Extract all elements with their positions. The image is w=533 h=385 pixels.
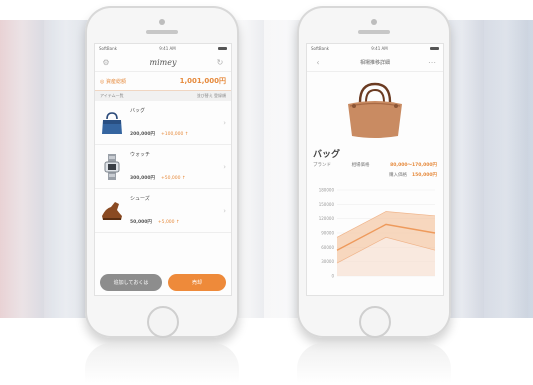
speaker-grille (358, 30, 390, 34)
clock: 9:41 AM (159, 46, 176, 51)
purchase-row: 購入価格 150,000円 (307, 170, 443, 180)
price-chart: 180000 150000 120000 90000 60000 30000 0 (307, 180, 443, 288)
carrier-label: SoftBank (99, 46, 117, 51)
item-change: +50,000 ↑ (161, 175, 186, 181)
page-title: 相場推移詳細 (359, 59, 390, 66)
list-title: アイテム一覧 (100, 93, 124, 98)
home-button[interactable] (359, 306, 391, 338)
y-tick-label: 90000 (321, 231, 334, 236)
battery-icon (430, 47, 439, 50)
brand-label: ブランド (313, 163, 331, 168)
speaker-grille (146, 30, 178, 34)
item-name: バッグ (130, 107, 146, 114)
purchase-label: 購入価格 (389, 173, 407, 178)
list-item[interactable]: ウォッチ 300,000円 +50,000 ↑ › (95, 145, 231, 189)
item-price: 200,000円 (130, 131, 155, 137)
refresh-icon[interactable]: ↻ (214, 58, 226, 67)
back-arrow-icon[interactable]: ‹ (312, 58, 324, 67)
item-price: 50,000円 (130, 219, 152, 225)
clock: 9:41 AM (371, 46, 388, 51)
y-tick-label: 180000 (319, 188, 335, 193)
y-tick-label: 120000 (319, 216, 335, 221)
navbar: ⚙ mimey ↻ (95, 53, 231, 72)
price-chart-svg: 180000 150000 120000 90000 60000 30000 0 (319, 188, 436, 279)
status-bar: SoftBank 9:41 AM (307, 44, 443, 53)
y-tick-label: 30000 (321, 259, 334, 264)
item-name: ウォッチ (130, 151, 151, 158)
product-name: バッグ (313, 150, 341, 160)
handbag-icon (100, 110, 124, 136)
phone-left-reflection (85, 343, 239, 383)
total-assets-row: ◎ 資産総額 1,001,000円 (95, 72, 231, 91)
blurred-background (0, 20, 533, 318)
price-range-row: ブランド 相場価格 80,000〜170,000円 (307, 160, 443, 170)
phone-left: SoftBank 9:41 AM ⚙ mimey ↻ ◎ 資産総額 1,001,… (85, 6, 239, 338)
item-change: +100,000 ↑ (161, 131, 189, 137)
handbag-icon (348, 82, 402, 138)
sell-button[interactable]: 売却 (168, 274, 226, 291)
item-change: +5,000 ↑ (157, 219, 180, 225)
shoe-icon (100, 198, 124, 224)
home-button[interactable] (147, 306, 179, 338)
y-tick-label: 150000 (319, 202, 335, 207)
camera-icon (159, 19, 165, 25)
camera-icon (371, 19, 377, 25)
purchase-price: 150,000円 (412, 173, 437, 178)
total-value: 1,001,000円 (179, 77, 226, 85)
item-price: 300,000円 (130, 175, 155, 181)
range-label: 相場価格 (351, 163, 370, 168)
chevron-right-icon: › (223, 162, 226, 171)
product-image (307, 72, 443, 147)
list-header: アイテム一覧 並び替え 登録順 (95, 91, 231, 101)
total-label: ◎ 資産総額 (100, 78, 126, 85)
asset-list-screen: SoftBank 9:41 AM ⚙ mimey ↻ ◎ 資産総額 1,001,… (94, 43, 232, 296)
list-item[interactable]: シューズ 50,000円 +5,000 ↑ › (95, 189, 231, 233)
action-buttons: 追加しておくは 売却 (95, 274, 231, 291)
phone-right: SoftBank 9:41 AM ‹ 相場推移詳細 ⋯ バッグ ブランド 相場価… (297, 6, 451, 338)
chevron-right-icon: › (223, 118, 226, 127)
battery-icon (218, 47, 227, 50)
sort-control[interactable]: 並び替え 登録順 (197, 93, 226, 99)
price-range: 80,000〜170,000円 (390, 163, 437, 168)
watch-icon (100, 153, 124, 180)
secondary-button[interactable]: 追加しておくは (100, 274, 162, 291)
more-icon[interactable]: ⋯ (426, 58, 438, 67)
status-bar: SoftBank 9:41 AM (95, 44, 231, 53)
gear-icon[interactable]: ⚙ (100, 58, 112, 67)
carrier-label: SoftBank (311, 46, 329, 51)
item-name: シューズ (130, 195, 150, 202)
list-item[interactable]: バッグ 200,000円 +100,000 ↑ › (95, 101, 231, 145)
y-tick-label: 0 (331, 274, 334, 279)
app-logo: mimey (149, 57, 177, 67)
y-tick-label: 60000 (321, 245, 334, 250)
navbar: ‹ 相場推移詳細 ⋯ (307, 53, 443, 72)
price-detail-screen: SoftBank 9:41 AM ‹ 相場推移詳細 ⋯ バッグ ブランド 相場価… (306, 43, 444, 296)
phone-right-reflection (297, 343, 451, 383)
chevron-right-icon: › (223, 206, 226, 215)
